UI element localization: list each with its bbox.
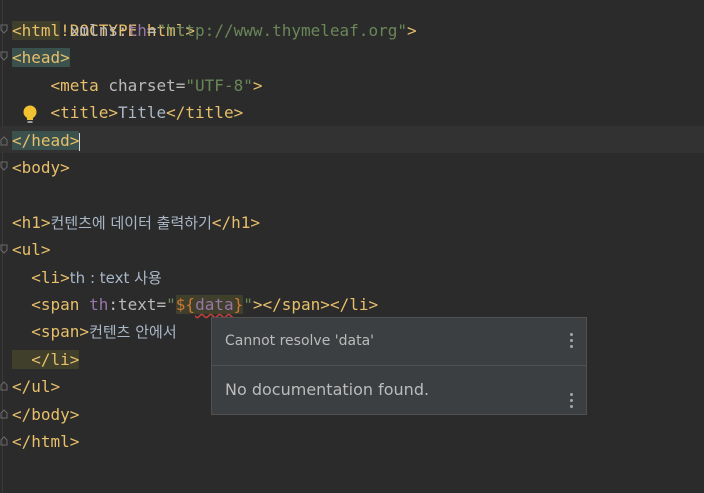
ul-open-tag: <ul> — [12, 240, 51, 259]
code-line[interactable]: <span>컨텐츠 안에서 — [12, 318, 181, 345]
h1-open-tag: <h1> — [12, 213, 51, 232]
equals: = — [146, 21, 157, 40]
attr-namespace: th — [127, 21, 147, 40]
text-caret — [79, 132, 81, 151]
code-line[interactable]: <li>th : text 사용 — [12, 264, 162, 291]
code-line[interactable]: <meta charset="UTF-8"> — [12, 72, 263, 99]
li-open-tag: <li> — [12, 268, 70, 287]
code-line[interactable]: <title>Title</title> — [12, 99, 244, 126]
code-line[interactable]: <span th:text="${data}"></span></li> — [12, 291, 378, 318]
code-line[interactable]: </ul> — [12, 373, 60, 400]
code-editor[interactable]: <!DOCTYPE html> <html xmlns:th="http://w… — [0, 0, 704, 493]
code-line[interactable]: </li> — [12, 346, 80, 373]
inspection-popup[interactable]: Cannot resolve 'data' No documentation f… — [211, 317, 587, 415]
attr-name: xmlns: — [60, 21, 128, 40]
popup-message-row[interactable]: Cannot resolve 'data' — [212, 318, 586, 366]
documentation-message: No documentation found. — [225, 380, 430, 399]
li-close-tag: </li> — [12, 350, 80, 369]
h1-text: 컨텐츠에 데이터 출력하기 — [50, 214, 212, 232]
fold-marker-icon[interactable] — [0, 409, 8, 419]
fold-marker-icon[interactable] — [0, 244, 8, 254]
li-text: th : text 사용 — [69, 269, 162, 287]
tag-close: > — [406, 21, 417, 40]
more-vertical-icon[interactable] — [566, 333, 576, 351]
code-line[interactable]: </head> — [12, 127, 81, 154]
inspection-message: Cannot resolve 'data' — [225, 333, 374, 349]
fold-marker-icon[interactable] — [0, 51, 8, 61]
head-close-tag: </head> — [12, 131, 80, 150]
meta-tag: <meta — [12, 76, 99, 95]
code-line[interactable]: <body> — [12, 154, 70, 181]
fold-marker-icon[interactable] — [0, 381, 8, 391]
expression-close: } — [233, 295, 244, 314]
head-open-tag: <head> — [12, 48, 70, 67]
tag-close: > — [252, 76, 263, 95]
attr-name: charset — [98, 76, 176, 95]
fold-marker-icon[interactable] — [0, 24, 8, 34]
fold-marker-icon[interactable] — [0, 436, 8, 446]
fold-marker-icon[interactable] — [0, 136, 8, 146]
body-close-tag: </body> — [12, 405, 80, 424]
code-line[interactable]: </body> — [12, 401, 79, 428]
title-close-tag: </title> — [166, 103, 244, 122]
h1-close-tag: </h1> — [211, 213, 261, 232]
ul-close-tag: </ul> — [12, 377, 61, 396]
equals: = — [175, 76, 186, 95]
attr-value: "http://www.thymeleaf.org" — [156, 21, 407, 40]
attr-value: "UTF-8" — [185, 76, 253, 95]
code-line[interactable]: <h1>컨텐츠에 데이터 출력하기</h1> — [12, 209, 260, 236]
span-text: 컨텐츠 안에서 — [89, 323, 182, 341]
code-line[interactable]: <!DOCTYPE html> — [12, 0, 196, 40]
unresolved-variable[interactable]: data — [195, 295, 234, 314]
code-line[interactable]: <ul> — [12, 236, 51, 263]
span-open-tag: <span> — [12, 322, 90, 341]
quote: " — [166, 295, 176, 314]
expression-open: ${ — [175, 295, 196, 314]
code-line[interactable]: <head> — [12, 44, 70, 71]
quote: " — [243, 295, 253, 314]
code-line[interactable]: </html> — [12, 428, 79, 455]
span-close-tags: ></span></li> — [252, 295, 379, 314]
body-open-tag: <body> — [12, 158, 70, 177]
code-line[interactable]: <html xmlns:th="http://www.thymeleaf.org… — [12, 17, 417, 44]
span-open-tag: <span — [12, 295, 80, 314]
more-vertical-icon[interactable] — [566, 393, 576, 411]
popup-doc-row: No documentation found. — [212, 366, 586, 414]
attr-namespace: th — [79, 295, 109, 314]
html-open-tag: <html — [12, 21, 61, 40]
fold-marker-icon[interactable] — [0, 161, 8, 171]
current-line-highlight — [0, 126, 704, 153]
title-text: Title — [117, 103, 167, 122]
html-close-tag: </html> — [12, 432, 80, 451]
title-open-tag: <title> — [12, 103, 118, 122]
equals: = — [156, 295, 167, 314]
attr-name: :text — [108, 295, 157, 314]
